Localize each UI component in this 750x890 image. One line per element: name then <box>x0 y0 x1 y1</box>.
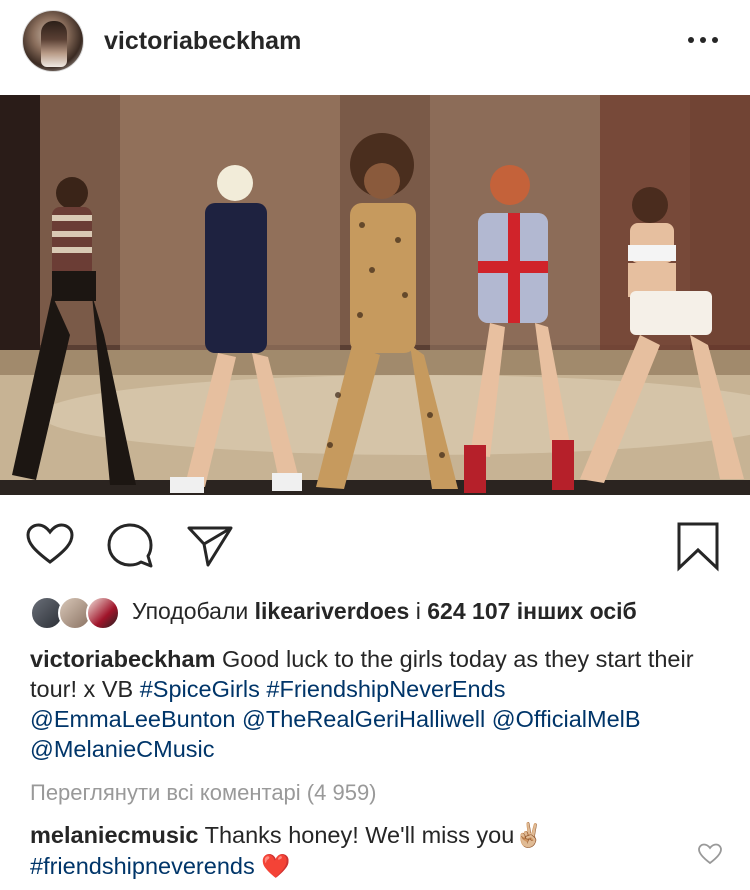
victory-emoji: ✌🏼 <box>514 822 544 848</box>
likes-summary[interactable]: Уподобали likeariverdoes і 624 107 інших… <box>132 598 637 625</box>
likes-row: Уподобали likeariverdoes і 624 107 інших… <box>0 590 750 634</box>
comment-icon[interactable] <box>104 520 156 572</box>
comment-item: melaniecmusic Thanks honey! We'll miss y… <box>30 820 690 882</box>
hashtag-link[interactable]: #SpiceGirls <box>140 676 260 702</box>
comment-like-icon[interactable] <box>697 842 723 866</box>
heart-icon[interactable] <box>24 520 76 572</box>
post-photo[interactable] <box>0 95 750 495</box>
comment-hashtag[interactable]: #friendshipneverends <box>30 853 255 879</box>
liker-avatars[interactable] <box>30 596 122 630</box>
post-caption: victoriabeckham Good luck to the girls t… <box>30 644 730 764</box>
heart-emoji: ❤️ <box>261 853 291 879</box>
profile-avatar[interactable] <box>22 10 84 72</box>
bookmark-icon[interactable] <box>672 520 724 572</box>
liker-avatar <box>86 596 120 630</box>
stage-scene <box>0 95 750 495</box>
likes-count[interactable]: 624 107 інших осіб <box>427 598 636 624</box>
mention-link[interactable]: @OfficialMelB <box>492 706 641 732</box>
mention-link[interactable]: @MelanieCMusic <box>30 736 215 762</box>
post-username[interactable]: victoriabeckham <box>104 27 301 56</box>
mention-link[interactable]: @EmmaLeeBunton <box>30 706 235 732</box>
mention-link[interactable]: @TheRealGeriHalliwell <box>242 706 485 732</box>
hashtag-link[interactable]: #FriendshipNeverEnds <box>266 676 505 702</box>
likes-connector: і <box>415 598 421 624</box>
comment-username[interactable]: melaniecmusic <box>30 822 199 848</box>
action-bar <box>0 510 750 580</box>
more-options-icon[interactable] <box>688 30 724 50</box>
view-all-comments-link[interactable]: Переглянути всі коментарі (4 959) <box>30 780 377 806</box>
caption-username[interactable]: victoriabeckham <box>30 646 215 672</box>
send-icon[interactable] <box>184 520 236 572</box>
post-header: victoriabeckham <box>0 0 750 86</box>
liker-username[interactable]: likeariverdoes <box>255 598 410 624</box>
comment-text: Thanks honey! We'll miss you <box>198 822 515 848</box>
likes-prefix: Уподобали <box>132 598 249 624</box>
